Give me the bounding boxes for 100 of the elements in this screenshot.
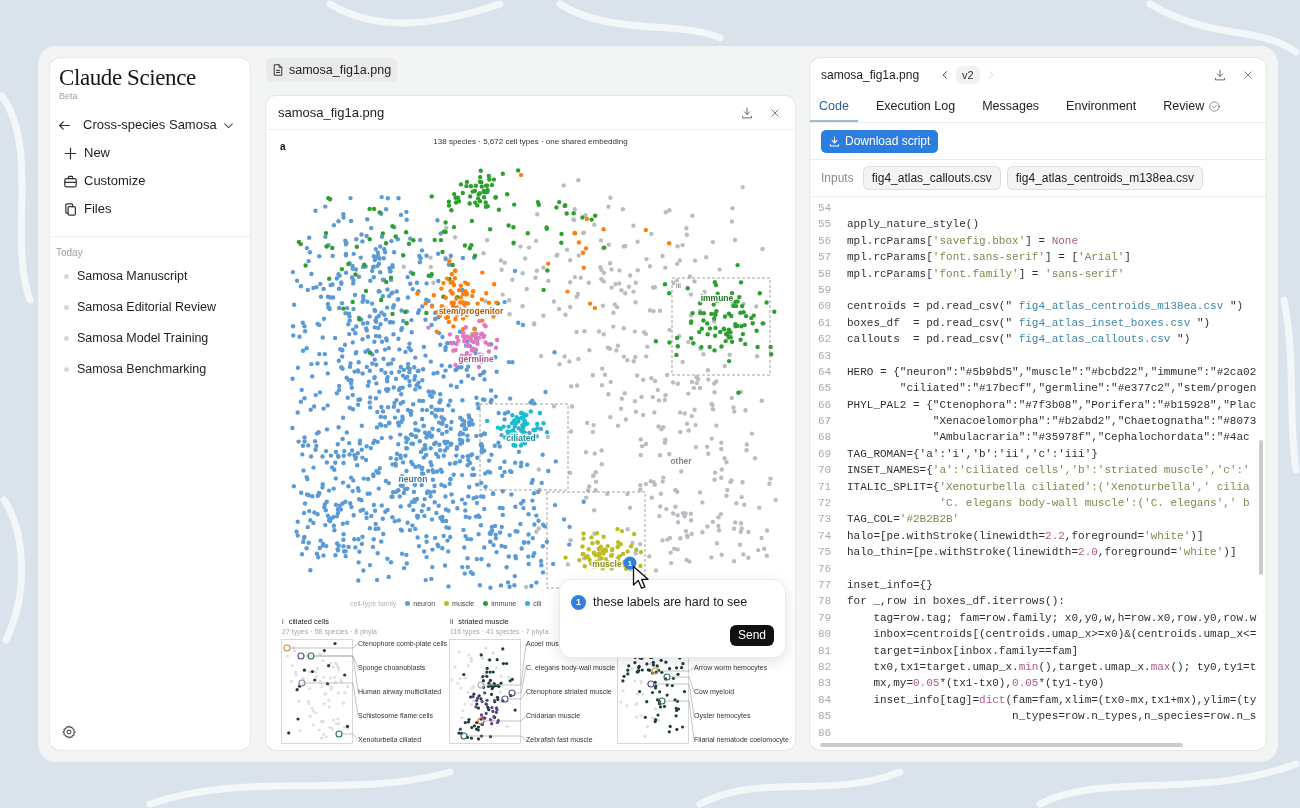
section-label: Today — [56, 247, 83, 259]
code-line: halo_thin=[pe.withStroke(linewidth=2.0,foreground='white')] — [847, 545, 1237, 561]
leader-line — [467, 735, 526, 740]
tab[interactable]: Execution Log — [866, 92, 965, 122]
line-number: 75 — [818, 545, 833, 561]
scrollbar-thumb[interactable] — [1259, 440, 1263, 575]
leader-line — [484, 715, 526, 722]
version-label: v2 — [956, 66, 980, 84]
line-number: 84 — [818, 692, 833, 708]
code-line: tag=row.tag; fam=row.family; x0,y0,w,h=row.x0,row.y0,row.w — [872, 610, 1257, 626]
nav-item[interactable]: Customize — [59, 167, 146, 195]
beta-label: Beta — [59, 91, 78, 102]
code-line: callouts = pd.read_csv(" fig4_atlas_callouts.csv ") — [847, 332, 1191, 348]
code-line: n_types=row.n_types,n_species=row.n_s — [1011, 709, 1257, 725]
code-line: mpl.rcParams['savefig.bbox'] = None — [847, 233, 1079, 249]
close-icon[interactable] — [1243, 70, 1253, 80]
code-line: "Ambulacraria":"#35978f","Cephalochordata":"#4ac — [931, 430, 1250, 446]
comment-text: these labels are hard to see — [593, 594, 748, 610]
download-icon[interactable] — [741, 106, 753, 119]
ring-marker — [663, 673, 671, 681]
nav-item[interactable]: Files — [59, 195, 112, 223]
tab[interactable]: Messages — [973, 92, 1049, 122]
ring-marker — [307, 652, 315, 660]
code-line: inset_info[tag]=dict(fam=fam,xlim=(tx0-mx,tx1+mx),ylim=(ty — [872, 692, 1257, 708]
tab[interactable]: Review — [1154, 92, 1230, 122]
code-line: mpl.rcParams['font.sans-serif'] = ['Arial'] — [847, 250, 1131, 266]
code-line: TAG_COL='#2B2B2B' — [847, 512, 960, 528]
number-badge: 1 — [571, 594, 586, 610]
line-number: 77 — [818, 578, 833, 593]
line-number: 85 — [818, 709, 833, 725]
inputs-label: Inputs — [821, 170, 854, 187]
line-number: 79 — [818, 610, 833, 626]
line-number: 74 — [818, 528, 833, 544]
line-number: 61 — [818, 315, 833, 331]
code-line: boxes_df = pd.read_csv(" fig4_atlas_inset_boxes.csv ") — [847, 315, 1211, 331]
download-icon — [829, 135, 840, 147]
code-line: mx,my=0.05*(tx1-tx0),0.05*(ty1-ty0) — [872, 676, 1105, 692]
cluster-label: immune — [700, 293, 734, 303]
line-number: 59 — [818, 282, 833, 298]
panel-letter: a — [279, 139, 286, 153]
code-line: INSET_NAMES={'a':'ciliated cells','b':'striated muscle','c':' — [847, 463, 1250, 479]
line-number: 67 — [818, 414, 833, 430]
code-line: for _,row in boxes_df.iterrows(): — [847, 594, 1065, 610]
tab[interactable]: Environment — [1057, 92, 1146, 122]
code-line: target=inbox[inbox.family==fam] — [872, 643, 1079, 659]
scrollbar-thumb[interactable] — [820, 743, 1183, 747]
ring-marker — [477, 681, 485, 689]
line-number: 62 — [818, 332, 833, 348]
code-line: PHYL_PAL2 = {"Ctenophora":"#7f3b08","Porifera":"#b15928","Plac — [847, 397, 1257, 413]
bullet-dot-icon — [64, 274, 69, 279]
bullet-dot-icon — [64, 305, 69, 310]
line-number: 73 — [818, 512, 833, 528]
line-number: 82 — [818, 659, 833, 675]
code-line: ITALIC_SPLIT={'Xenoturbella ciliated':('Xenoturbella',' cilia — [847, 479, 1250, 495]
session-item[interactable]: Samosa Editorial Review — [59, 292, 216, 323]
line-number: 80 — [818, 627, 833, 643]
line-number: 55 — [818, 217, 833, 233]
line-number: 71 — [818, 479, 833, 495]
line-number: 78 — [818, 594, 833, 610]
line-number: 57 — [818, 250, 833, 266]
nav-item[interactable]: New — [59, 139, 110, 167]
leader-line — [290, 643, 358, 649]
app-title: Claude Science — [59, 65, 196, 91]
line-number: 54 — [818, 201, 833, 216]
cluster-label: neuron — [398, 474, 428, 484]
file-tab[interactable]: samosa_fig1a.png — [266, 58, 398, 82]
input-file-chip[interactable]: fig4_atlas_callouts.csv — [863, 167, 1000, 189]
code-line: apply_nature_style() — [847, 217, 980, 233]
code-line: "ciliated":"#17becf","germline":"#e377c2","stem/progen — [898, 381, 1257, 397]
download-icon[interactable] — [1214, 69, 1226, 81]
code-line: "Xenacoelomorpha":"#b2abd2","Chaetognatha":"#8073 — [931, 414, 1257, 430]
input-file-chip[interactable]: fig4_atlas_centroids_m138ea.csv — [1007, 167, 1202, 189]
briefcase-icon — [64, 174, 77, 188]
line-number: 72 — [818, 496, 833, 512]
session-item[interactable]: Samosa Benchmarking — [59, 354, 207, 385]
ring-marker — [477, 717, 485, 725]
viewer-title: samosa_fig1a.png — [278, 103, 385, 122]
comment-marker: 1 — [623, 556, 637, 570]
code-line: halo=[pe.withStroke(linewidth=2.2,foreground='white')] — [847, 528, 1204, 544]
line-number: 64 — [818, 364, 833, 380]
ring-marker — [651, 667, 659, 675]
send-button[interactable]: Send — [729, 625, 774, 646]
details-title: samosa_fig1a.png — [821, 67, 920, 84]
download-script-button[interactable]: Download script — [821, 129, 939, 153]
session-item[interactable]: Samosa Model Training — [59, 323, 209, 354]
line-number: 81 — [818, 643, 833, 659]
files-icon — [64, 202, 77, 216]
code-line: 'C. elegans body-wall muscle':('C. elegans',' b — [938, 496, 1250, 512]
session-item[interactable]: Samosa Manuscript — [59, 261, 188, 292]
tab[interactable]: Code — [810, 92, 858, 122]
settings-icon[interactable] — [62, 725, 76, 739]
ring-marker — [283, 644, 291, 652]
back-arrow-icon[interactable] — [58, 118, 71, 132]
project-selector[interactable]: Cross-species Samosa — [83, 116, 234, 134]
ring-marker — [460, 732, 468, 740]
ring-marker — [647, 680, 655, 688]
ring-marker — [297, 652, 305, 660]
close-icon[interactable] — [770, 107, 780, 118]
code-line: HERO = {"neuron":"#5b9bd5","muscle":"#bcbd22","immune":"#2ca02 — [847, 364, 1257, 380]
line-number: 60 — [818, 299, 833, 315]
